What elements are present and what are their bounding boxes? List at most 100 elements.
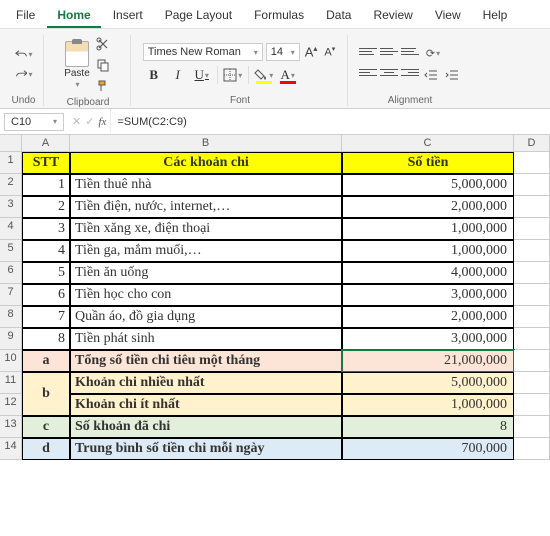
cell-a5[interactable]: 4	[22, 240, 70, 262]
row-header[interactable]: 3	[0, 196, 22, 218]
cell-a10[interactable]: a	[22, 350, 70, 372]
cell-c9[interactable]: 3,000,000	[342, 328, 514, 350]
bold-button[interactable]: B	[143, 65, 165, 85]
increase-indent-icon[interactable]	[443, 66, 461, 84]
align-center-icon[interactable]	[380, 66, 398, 80]
menu-help[interactable]: Help	[473, 4, 518, 28]
menu-formulas[interactable]: Formulas	[244, 4, 314, 28]
cut-icon[interactable]	[94, 35, 112, 53]
row-header[interactable]: 11	[0, 372, 22, 394]
cell-b10[interactable]: Tổng số tiền chi tiêu một tháng	[70, 350, 342, 372]
name-box[interactable]: C10▾	[4, 113, 64, 131]
fill-color-button[interactable]: ▾	[253, 65, 275, 85]
cell-d14[interactable]	[514, 438, 550, 460]
col-header-c[interactable]: C	[342, 135, 514, 152]
row-header[interactable]: 2	[0, 174, 22, 196]
decrease-indent-icon[interactable]	[422, 66, 440, 84]
row-header[interactable]: 7	[0, 284, 22, 306]
cell-a1[interactable]: STT	[22, 152, 70, 174]
align-bottom-icon[interactable]	[401, 45, 419, 59]
select-all-corner[interactable]	[0, 135, 22, 152]
row-header[interactable]: 4	[0, 218, 22, 240]
accept-formula-icon[interactable]: ✓	[85, 115, 94, 128]
cell-a7[interactable]: 6	[22, 284, 70, 306]
cell-c7[interactable]: 3,000,000	[342, 284, 514, 306]
menu-insert[interactable]: Insert	[103, 4, 153, 28]
cell-d13[interactable]	[514, 416, 550, 438]
cell-b7[interactable]: Tiền học cho con	[70, 284, 342, 306]
align-right-icon[interactable]	[401, 66, 419, 80]
underline-button[interactable]: U▾	[191, 65, 213, 85]
row-header[interactable]: 5	[0, 240, 22, 262]
cell-c12[interactable]: 1,000,000	[342, 394, 514, 416]
font-color-button[interactable]: A▾	[277, 65, 299, 85]
cell-b9[interactable]: Tiền phát sinh	[70, 328, 342, 350]
decrease-font-icon[interactable]: A▾	[322, 45, 337, 59]
cell-c4[interactable]: 1,000,000	[342, 218, 514, 240]
cell-d9[interactable]	[514, 328, 550, 350]
cell-c3[interactable]: 2,000,000	[342, 196, 514, 218]
cell-b6[interactable]: Tiền ăn uống	[70, 262, 342, 284]
cell-c8[interactable]: 2,000,000	[342, 306, 514, 328]
cell-b8[interactable]: Quần áo, đồ gia dụng	[70, 306, 342, 328]
row-header[interactable]: 14	[0, 438, 22, 460]
cell-d12[interactable]	[514, 394, 550, 416]
col-header-d[interactable]: D	[514, 135, 550, 152]
row-header[interactable]: 10	[0, 350, 22, 372]
cell-c1[interactable]: Số tiền	[342, 152, 514, 174]
cell-d1[interactable]	[514, 152, 550, 174]
cell-b1[interactable]: Các khoản chi	[70, 152, 342, 174]
font-size-select[interactable]: 14▾	[266, 43, 300, 61]
align-left-icon[interactable]	[359, 66, 377, 80]
cell-b14[interactable]: Trung bình số tiền chi mỗi ngày	[70, 438, 342, 460]
cell-a8[interactable]: 7	[22, 306, 70, 328]
cell-d10[interactable]	[514, 350, 550, 372]
cell-b4[interactable]: Tiền xăng xe, điện thoại	[70, 218, 342, 240]
row-header[interactable]: 1	[0, 152, 22, 174]
align-top-icon[interactable]	[359, 45, 377, 59]
menu-review[interactable]: Review	[363, 4, 422, 28]
cell-d11[interactable]	[514, 372, 550, 394]
row-header[interactable]: 8	[0, 306, 22, 328]
cell-a2[interactable]: 1	[22, 174, 70, 196]
cell-c6[interactable]: 4,000,000	[342, 262, 514, 284]
formula-input[interactable]: =SUM(C2:C9)	[110, 109, 550, 134]
increase-font-icon[interactable]: A▴	[303, 44, 320, 59]
orientation-icon[interactable]: ⟳▾	[422, 45, 444, 63]
menu-home[interactable]: Home	[47, 4, 100, 28]
cell-c14[interactable]: 700,000	[342, 438, 514, 460]
format-painter-icon[interactable]	[94, 77, 112, 95]
col-header-a[interactable]: A	[22, 135, 70, 152]
cell-c2[interactable]: 5,000,000	[342, 174, 514, 196]
cell-d8[interactable]	[514, 306, 550, 328]
cell-a6[interactable]: 5	[22, 262, 70, 284]
cell-c5[interactable]: 1,000,000	[342, 240, 514, 262]
cell-a9[interactable]: 8	[22, 328, 70, 350]
menu-page-layout[interactable]: Page Layout	[155, 4, 242, 28]
undo-icon[interactable]: ▾	[15, 45, 33, 63]
font-name-select[interactable]: Times New Roman▾	[143, 43, 263, 61]
cell-d7[interactable]	[514, 284, 550, 306]
menu-data[interactable]: Data	[316, 4, 361, 28]
menu-file[interactable]: File	[6, 4, 45, 28]
cell-a13[interactable]: c	[22, 416, 70, 438]
redo-icon[interactable]: ▾	[15, 65, 33, 83]
italic-button[interactable]: I	[167, 65, 189, 85]
cell-b11[interactable]: Khoản chi nhiều nhất	[70, 372, 342, 394]
fx-icon[interactable]: fx	[98, 116, 106, 128]
cell-b3[interactable]: Tiền điện, nước, internet,…	[70, 196, 342, 218]
border-button[interactable]: ▾	[222, 65, 244, 85]
paste-button[interactable]: Paste ▾	[64, 41, 90, 89]
cell-a3[interactable]: 2	[22, 196, 70, 218]
row-header[interactable]: 9	[0, 328, 22, 350]
cell-b5[interactable]: Tiền ga, mắm muối,…	[70, 240, 342, 262]
row-header[interactable]: 6	[0, 262, 22, 284]
cell-c10[interactable]: 21,000,000	[342, 350, 514, 372]
row-header[interactable]: 13	[0, 416, 22, 438]
cell-a11[interactable]: b	[22, 372, 70, 416]
menu-view[interactable]: View	[425, 4, 471, 28]
cell-d5[interactable]	[514, 240, 550, 262]
cell-c11[interactable]: 5,000,000	[342, 372, 514, 394]
align-middle-icon[interactable]	[380, 45, 398, 59]
copy-icon[interactable]	[94, 56, 112, 74]
